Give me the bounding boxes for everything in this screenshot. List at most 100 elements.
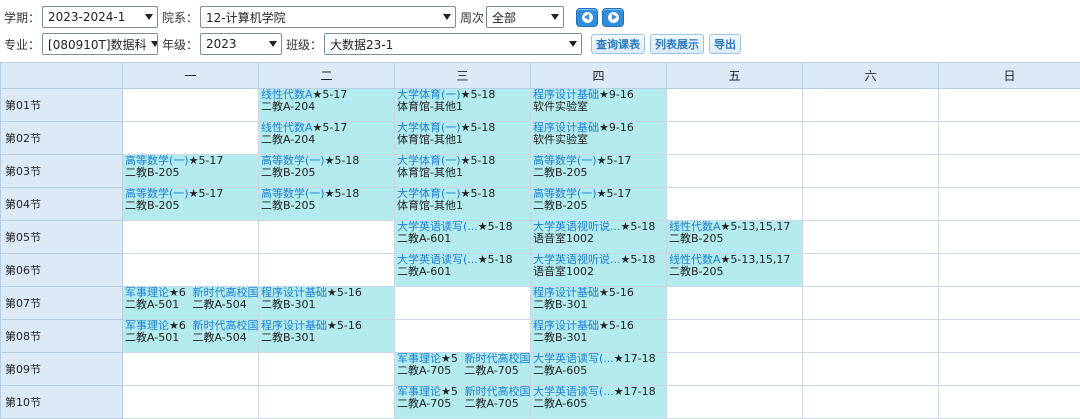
section-row: 第10节 军事理论★5二教A-705 新时代高校国二教A-705 大学英语读写(… bbox=[1, 386, 1080, 419]
day-header: 四 bbox=[531, 63, 667, 89]
class-select[interactable]: 大数据23-1 bbox=[324, 33, 582, 55]
course-cell: 大学英语读写(...★5-18二教A-601 bbox=[395, 221, 531, 254]
course-cell: 大学英语读写(...★17-18二教A-605 bbox=[531, 353, 667, 386]
chevron-down-icon bbox=[151, 41, 158, 47]
section-label: 第10节 bbox=[1, 386, 123, 419]
section-label: 第07节 bbox=[1, 287, 123, 320]
section-row: 第01节 线性代数A★5-17二教A-204 大学体育(一)★5-18体育馆-其… bbox=[1, 89, 1080, 122]
empty-cell bbox=[939, 320, 1080, 353]
empty-cell bbox=[395, 287, 531, 320]
chevron-down-icon bbox=[551, 14, 559, 20]
course-cell: 高等数学(一)★5-18二教B-205 bbox=[259, 155, 395, 188]
chevron-down-icon bbox=[145, 14, 153, 20]
course-cell: 大学英语视听说...★5-18语音室1002 bbox=[531, 254, 667, 287]
course-cell: 线性代数A★5-13,15,17二教B-205 bbox=[667, 221, 803, 254]
week-label: 周次 bbox=[460, 9, 484, 26]
empty-cell bbox=[939, 155, 1080, 188]
day-header: 一 bbox=[123, 63, 259, 89]
section-row: 第02节 线性代数A★5-17二教A-204 大学体育(一)★5-18体育馆-其… bbox=[1, 122, 1080, 155]
course-cell: 大学英语读写(...★5-18二教A-601 bbox=[395, 254, 531, 287]
section-row: 第04节 高等数学(一)★5-17二教B-205 高等数学(一)★5-18二教B… bbox=[1, 188, 1080, 221]
chevron-down-icon bbox=[443, 14, 451, 20]
empty-cell bbox=[259, 353, 395, 386]
course-cell: 高等数学(一)★5-17二教B-205 bbox=[123, 188, 259, 221]
empty-cell bbox=[667, 353, 803, 386]
filter-row-1: 学期： 2023-2024-1 院系： 12-计算机学院 周次 全部 bbox=[4, 5, 624, 29]
empty-cell bbox=[803, 320, 939, 353]
section-label: 第02节 bbox=[1, 122, 123, 155]
empty-cell bbox=[803, 221, 939, 254]
query-schedule-button[interactable]: 查询课表 bbox=[591, 34, 645, 54]
course-cell: 程序设计基础★9-16软件实验室 bbox=[531, 122, 667, 155]
chevron-right-icon bbox=[608, 12, 619, 23]
course-cell: 大学英语读写(...★17-18二教A-605 bbox=[531, 386, 667, 419]
course-cell: 程序设计基础★9-16软件实验室 bbox=[531, 89, 667, 122]
course-cell: 大学英语视听说...★5-18语音室1002 bbox=[531, 221, 667, 254]
major-select[interactable]: [080910T]数据科 bbox=[42, 33, 158, 55]
day-header: 日 bbox=[939, 63, 1080, 89]
empty-cell bbox=[123, 386, 259, 419]
header-corner bbox=[1, 63, 123, 89]
course-cell: 大学体育(一)★5-18体育馆-其他1 bbox=[395, 122, 531, 155]
filter-row-2: 专业： [080910T]数据科 年级： 2023 班级： 大数据23-1 查询… bbox=[4, 32, 741, 56]
section-label: 第09节 bbox=[1, 353, 123, 386]
empty-cell bbox=[259, 386, 395, 419]
empty-cell bbox=[803, 254, 939, 287]
timetable: 一 二 三 四 五 六 日 第01节 线性代数A★5-17二教A-204 大学体… bbox=[0, 62, 1080, 419]
course-cell: 军事理论★6二教A-501 新时代高校国二教A-504 bbox=[123, 320, 259, 353]
course-cell: 程序设计基础★5-16二教B-301 bbox=[531, 320, 667, 353]
empty-cell bbox=[803, 89, 939, 122]
course-cell: 高等数学(一)★5-17二教B-205 bbox=[531, 155, 667, 188]
empty-cell bbox=[803, 386, 939, 419]
empty-cell bbox=[667, 188, 803, 221]
section-row: 第08节 军事理论★6二教A-501 新时代高校国二教A-504 程序设计基础★… bbox=[1, 320, 1080, 353]
empty-cell bbox=[123, 353, 259, 386]
week-select[interactable]: 全部 bbox=[486, 6, 564, 28]
empty-cell bbox=[123, 254, 259, 287]
empty-cell bbox=[803, 353, 939, 386]
section-row: 第07节 军事理论★6二教A-501 新时代高校国二教A-504 程序设计基础★… bbox=[1, 287, 1080, 320]
term-select[interactable]: 2023-2024-1 bbox=[42, 6, 158, 28]
empty-cell bbox=[259, 221, 395, 254]
grade-select[interactable]: 2023 bbox=[200, 33, 282, 55]
course-cell: 高等数学(一)★5-17二教B-205 bbox=[531, 188, 667, 221]
chevron-down-icon bbox=[569, 41, 577, 47]
section-row: 第03节 高等数学(一)★5-17二教B-205 高等数学(一)★5-18二教B… bbox=[1, 155, 1080, 188]
empty-cell bbox=[803, 287, 939, 320]
empty-cell bbox=[395, 320, 531, 353]
empty-cell bbox=[803, 155, 939, 188]
filter-bar: 学期： 2023-2024-1 院系： 12-计算机学院 周次 全部 专业： [… bbox=[0, 0, 1080, 62]
course-cell: 军事理论★5二教A-705 新时代高校国二教A-705 bbox=[395, 386, 531, 419]
section-label: 第05节 bbox=[1, 221, 123, 254]
chevron-down-icon bbox=[269, 41, 277, 47]
section-label: 第08节 bbox=[1, 320, 123, 353]
empty-cell bbox=[123, 89, 259, 122]
empty-cell bbox=[667, 386, 803, 419]
dept-select[interactable]: 12-计算机学院 bbox=[200, 6, 456, 28]
empty-cell bbox=[667, 320, 803, 353]
empty-cell bbox=[939, 386, 1080, 419]
section-label: 第04节 bbox=[1, 188, 123, 221]
next-week-button[interactable] bbox=[602, 8, 624, 27]
course-cell: 军事理论★6二教A-501 新时代高校国二教A-504 bbox=[123, 287, 259, 320]
list-view-button[interactable]: 列表展示 bbox=[650, 34, 704, 54]
export-button[interactable]: 导出 bbox=[709, 34, 741, 54]
course-cell: 线性代数A★5-17二教A-204 bbox=[259, 89, 395, 122]
section-label: 第06节 bbox=[1, 254, 123, 287]
timetable-header-row: 一 二 三 四 五 六 日 bbox=[1, 63, 1080, 89]
course-cell: 高等数学(一)★5-18二教B-205 bbox=[259, 188, 395, 221]
empty-cell bbox=[939, 89, 1080, 122]
empty-cell bbox=[123, 221, 259, 254]
class-label: 班级： bbox=[286, 36, 322, 53]
empty-cell bbox=[667, 287, 803, 320]
empty-cell bbox=[667, 89, 803, 122]
empty-cell bbox=[939, 254, 1080, 287]
empty-cell bbox=[939, 122, 1080, 155]
grade-label: 年级： bbox=[162, 36, 198, 53]
course-cell: 线性代数A★5-13,15,17二教B-205 bbox=[667, 254, 803, 287]
empty-cell bbox=[939, 221, 1080, 254]
prev-week-button[interactable] bbox=[576, 8, 598, 27]
day-header: 五 bbox=[667, 63, 803, 89]
section-row: 第05节 大学英语读写(...★5-18二教A-601 大学英语视听说...★5… bbox=[1, 221, 1080, 254]
empty-cell bbox=[667, 155, 803, 188]
